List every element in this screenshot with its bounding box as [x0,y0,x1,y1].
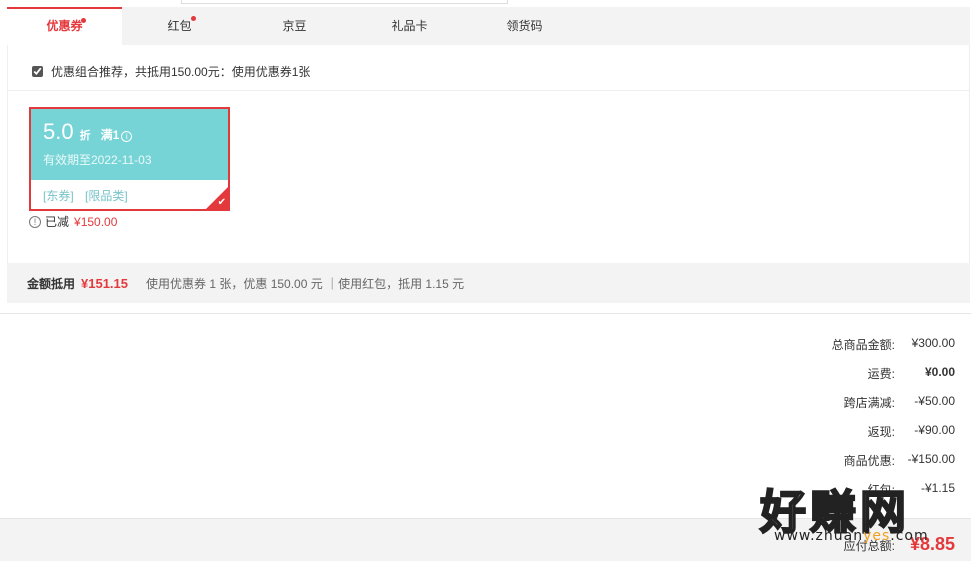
combo-recommend[interactable]: 优惠组合推荐，共抵用150.00元：使用优惠券1张 [32,63,310,80]
total-label: 运费: [867,367,895,381]
summary-amount: ¥151.15 [81,275,129,291]
coupon-tag: [东券] [43,189,74,203]
total-label: 跨店满减: [843,396,895,410]
coupon-tags: [东券] [限品类] [31,180,228,204]
coupon-card[interactable]: 5.0 折 满1 i 有效期至2022-11-03 [东券] [限品类] ✔ [29,107,230,211]
total-row: 总商品金额: ¥300.00 [745,336,955,365]
tab-label: 红包 [167,19,192,33]
total-label: 商品优惠: [843,454,895,468]
payable-value: ¥8.85 [909,534,955,554]
total-value: -¥1.15 [920,481,955,495]
tab-label: 优惠券 [46,19,83,33]
payable-total: 应付总额: ¥8.85 [745,534,955,555]
combo-checkbox[interactable] [32,66,43,77]
total-label: 红包: [867,483,895,497]
total-row: 红包: -¥1.15 [745,481,955,510]
total-value: ¥300.00 [911,336,955,350]
reduced-amount: ¥150.00 [74,214,118,229]
coupon-tag: [限品类] [85,189,128,203]
total-row: 商品优惠: -¥150.00 [745,452,955,481]
summary-label: 金额抵用 [27,276,76,291]
info-icon[interactable]: i [121,131,133,142]
total-label: 总商品金额: [831,338,895,352]
divider [0,313,971,314]
coupon-condition: 满1 [100,128,120,142]
payable-label: 应付总额: [843,539,895,553]
dropdown-stub [181,0,508,4]
tab-red-packets[interactable]: 红包 [122,7,237,45]
coupon-validity: 有效期至2022-11-03 [43,153,152,167]
new-dot-icon [191,16,196,21]
total-row: 返现: -¥90.00 [745,423,955,452]
tab-gift-card[interactable]: 礼品卡 [352,7,467,45]
divider [8,90,969,91]
tab-jingdou[interactable]: 京豆 [237,7,352,45]
exclamation-icon: ! [29,215,41,228]
coupon-discount: 5.0 [43,119,74,144]
checkmark-icon: ✔ [217,197,226,208]
total-value: -¥90.00 [914,423,955,437]
benefit-tabs: 优惠券 红包 京豆 礼品卡 领货码 [7,7,970,45]
total-row: 跨店满减: -¥50.00 [745,394,955,423]
coupon-reduced: ! 已减 ¥150.00 [29,213,117,230]
total-value: ¥0.00 [924,365,955,379]
deduction-summary: 金额抵用 ¥151.15 使用优惠券 1 张，优惠 150.00 元 ｜使用红包… [7,263,970,303]
total-value: -¥150.00 [907,452,955,466]
total-row: 运费: ¥0.00 [745,365,955,394]
total-label: 返现: [867,425,895,439]
coupon-header: 5.0 折 满1 i 有效期至2022-11-03 [31,109,228,180]
reduced-label: 已减 [45,215,70,229]
total-value: -¥50.00 [914,394,955,408]
combo-text: 优惠组合推荐，共抵用150.00元：使用优惠券1张 [51,65,311,79]
tab-label: 领货码 [506,19,543,33]
tab-coupons[interactable]: 优惠券 [7,7,122,45]
coupon-unit: 折 [79,130,91,142]
order-totals: 总商品金额: ¥300.00 运费: ¥0.00 跨店满减: -¥50.00 返… [745,336,955,510]
new-dot-icon [81,18,86,23]
coupon-amount-row: 5.0 折 满1 i [43,119,228,145]
summary-detail: 使用优惠券 1 张，优惠 150.00 元 ｜使用红包，抵用 1.15 元 [146,276,465,291]
tab-redeem-code[interactable]: 领货码 [467,7,582,45]
tab-label: 京豆 [282,19,307,33]
tab-label: 礼品卡 [391,19,428,33]
